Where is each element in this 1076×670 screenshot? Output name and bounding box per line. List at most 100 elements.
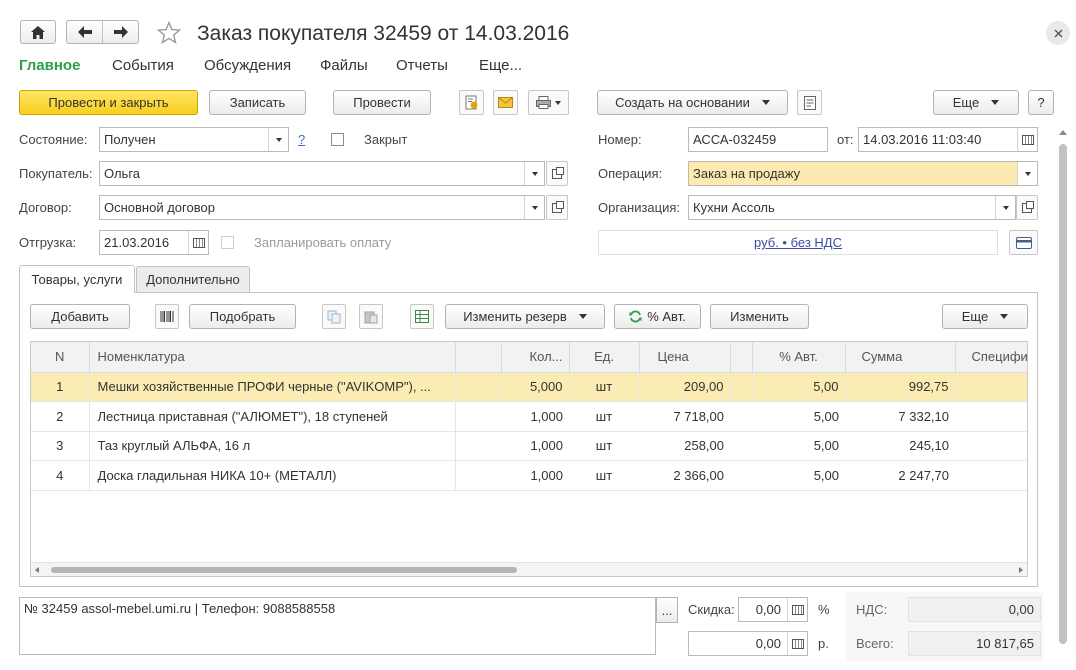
buyer-field[interactable]: Ольга <box>99 161 545 186</box>
closed-checkbox[interactable] <box>331 133 344 146</box>
number-field[interactable]: АССА-032459 <box>688 127 828 152</box>
discount-percent-calc-button[interactable] <box>787 598 807 621</box>
spreadsheet-icon <box>415 310 429 323</box>
plan-payment-checkbox[interactable] <box>221 236 234 249</box>
cell-n: 3 <box>31 431 90 461</box>
pick-button[interactable]: Подобрать <box>189 304 296 329</box>
scroll-right-arrow[interactable] <box>1019 567 1023 573</box>
help-button[interactable]: ? <box>1028 90 1054 115</box>
excel-button[interactable] <box>410 304 434 329</box>
cell-blank <box>455 431 501 461</box>
back-button[interactable] <box>67 21 103 43</box>
comment-expand-button[interactable]: ... <box>656 597 678 623</box>
cell-price: 7 718,00 <box>639 401 730 432</box>
calendar-icon <box>192 237 205 248</box>
star-icon[interactable] <box>157 21 181 45</box>
doc-date-field[interactable]: 14.03.2016 11:03:40 <box>858 127 1038 152</box>
email-button[interactable] <box>493 90 518 115</box>
scroll-up-arrow[interactable] <box>1059 130 1067 135</box>
discount-percent-field[interactable]: 0,00 <box>738 597 808 622</box>
tab-additional[interactable]: Дополнительно <box>136 266 250 292</box>
print-button[interactable] <box>528 90 569 115</box>
barcode-button[interactable] <box>155 304 179 329</box>
state-label: Состояние: <box>19 132 88 147</box>
save-button[interactable]: Записать <box>209 90 306 115</box>
state-dropdown-button[interactable] <box>268 128 288 151</box>
table-header-row: N Номенклатура Кол... Ед. Цена % Авт. Су… <box>31 342 1027 373</box>
table-row[interactable]: 2 Лестница приставная ("АЛЮМЕТ"), 18 сту… <box>31 401 1027 432</box>
organization-dropdown-button[interactable] <box>995 196 1015 219</box>
cell-sum: 2 247,70 <box>845 460 955 491</box>
nav-tab-files[interactable]: Файлы <box>320 57 368 74</box>
discount-amount-field[interactable]: 0,00 <box>688 631 808 656</box>
nav-tab-events[interactable]: События <box>112 57 174 74</box>
arrow-right-icon <box>113 26 128 38</box>
col-header-unit[interactable]: Ед. <box>569 342 640 373</box>
col-header-sum[interactable]: Сумма <box>845 342 956 373</box>
scroll-left-arrow[interactable] <box>35 567 39 573</box>
buyer-open-button[interactable] <box>546 161 568 186</box>
change-reserve-button[interactable]: Изменить резерв <box>445 304 605 329</box>
change-button[interactable]: Изменить <box>710 304 809 329</box>
auto-discount-button[interactable]: % Авт. <box>614 304 701 329</box>
page-scrollbar[interactable] <box>1057 130 1069 660</box>
cell-qty: 1,000 <box>501 431 569 461</box>
paste-button[interactable] <box>359 304 383 329</box>
operation-dropdown-button[interactable] <box>1017 162 1037 185</box>
document-report-button[interactable] <box>797 90 822 115</box>
nav-tab-more[interactable]: Еще... <box>479 57 522 74</box>
more-button[interactable]: Еще <box>933 90 1019 115</box>
col-header-spec[interactable]: Спецификац <box>955 342 1027 373</box>
table-row[interactable]: 3 Таз круглый АЛЬФА, 16 л 1,000 шт 258,0… <box>31 431 1027 461</box>
col-header-price[interactable]: Цена <box>639 342 731 373</box>
cell-unit: шт <box>569 431 639 461</box>
shipment-calendar-button[interactable] <box>188 231 208 254</box>
shipment-date-field[interactable]: 21.03.2016 <box>99 230 209 255</box>
cell-spec <box>955 431 1027 461</box>
contract-open-button[interactable] <box>546 195 568 220</box>
organization-field[interactable]: Кухни Ассоль <box>688 195 1016 220</box>
horizontal-scrollbar[interactable] <box>31 562 1027 576</box>
shipment-label: Отгрузка: <box>19 235 77 250</box>
doc-date-calendar-button[interactable] <box>1017 128 1037 151</box>
col-header-auto-discount[interactable]: % Авт. <box>752 342 846 373</box>
cell-price: 258,00 <box>639 431 730 461</box>
table-row[interactable]: 4 Доска гладильная НИКА 10+ (МЕТАЛЛ) 1,0… <box>31 460 1027 491</box>
post-button[interactable]: Провести <box>333 90 431 115</box>
discount-amount-calc-button[interactable] <box>787 632 807 655</box>
buyer-dropdown-button[interactable] <box>524 162 544 185</box>
table-more-button[interactable]: Еще <box>942 304 1028 329</box>
create-based-on-button[interactable]: Создать на основании <box>597 90 788 115</box>
open-icon <box>552 200 564 213</box>
col-header-n[interactable]: N <box>31 342 90 373</box>
page-scrollbar-thumb[interactable] <box>1059 144 1067 644</box>
nav-tab-reports[interactable]: Отчеты <box>396 57 448 74</box>
contract-dropdown-button[interactable] <box>524 196 544 219</box>
cell-auto-discount: 5,00 <box>752 401 845 432</box>
close-button[interactable] <box>1046 21 1070 45</box>
chevron-down-icon <box>275 137 282 142</box>
doc-flow-button[interactable] <box>459 90 484 115</box>
comment-field[interactable]: № 32459 assol-mebel.umi.ru | Телефон: 90… <box>19 597 656 655</box>
table-row[interactable]: 1 Мешки хозяйственные ПРОФИ черные ("AVI… <box>31 372 1027 402</box>
forward-button[interactable] <box>103 21 138 43</box>
nav-tab-discussions[interactable]: Обсуждения <box>204 57 291 74</box>
operation-select[interactable]: Заказ на продажу <box>688 161 1038 186</box>
contract-field[interactable]: Основной договор <box>99 195 545 220</box>
cell-nomenclature: Лестница приставная ("АЛЮМЕТ"), 18 ступе… <box>89 401 456 432</box>
organization-open-button[interactable] <box>1016 195 1038 220</box>
nav-tab-main[interactable]: Главное <box>19 57 80 74</box>
col-header-nomenclature[interactable]: Номенклатура <box>89 342 456 373</box>
state-help-link[interactable]: ? <box>298 132 305 147</box>
add-row-button[interactable]: Добавить <box>30 304 130 329</box>
home-button[interactable] <box>20 20 56 44</box>
col-header-qty[interactable]: Кол... <box>501 342 570 373</box>
tab-goods-services[interactable]: Товары, услуги <box>19 265 135 293</box>
state-select[interactable]: Получен <box>99 127 289 152</box>
chevron-down-icon <box>761 100 770 105</box>
copy-button[interactable] <box>322 304 346 329</box>
prices-settings-button[interactable] <box>1009 230 1038 255</box>
scrollbar-thumb[interactable] <box>51 567 517 573</box>
currency-link[interactable]: руб. • без НДС <box>754 235 842 250</box>
post-and-close-button[interactable]: Провести и закрыть <box>19 90 198 115</box>
